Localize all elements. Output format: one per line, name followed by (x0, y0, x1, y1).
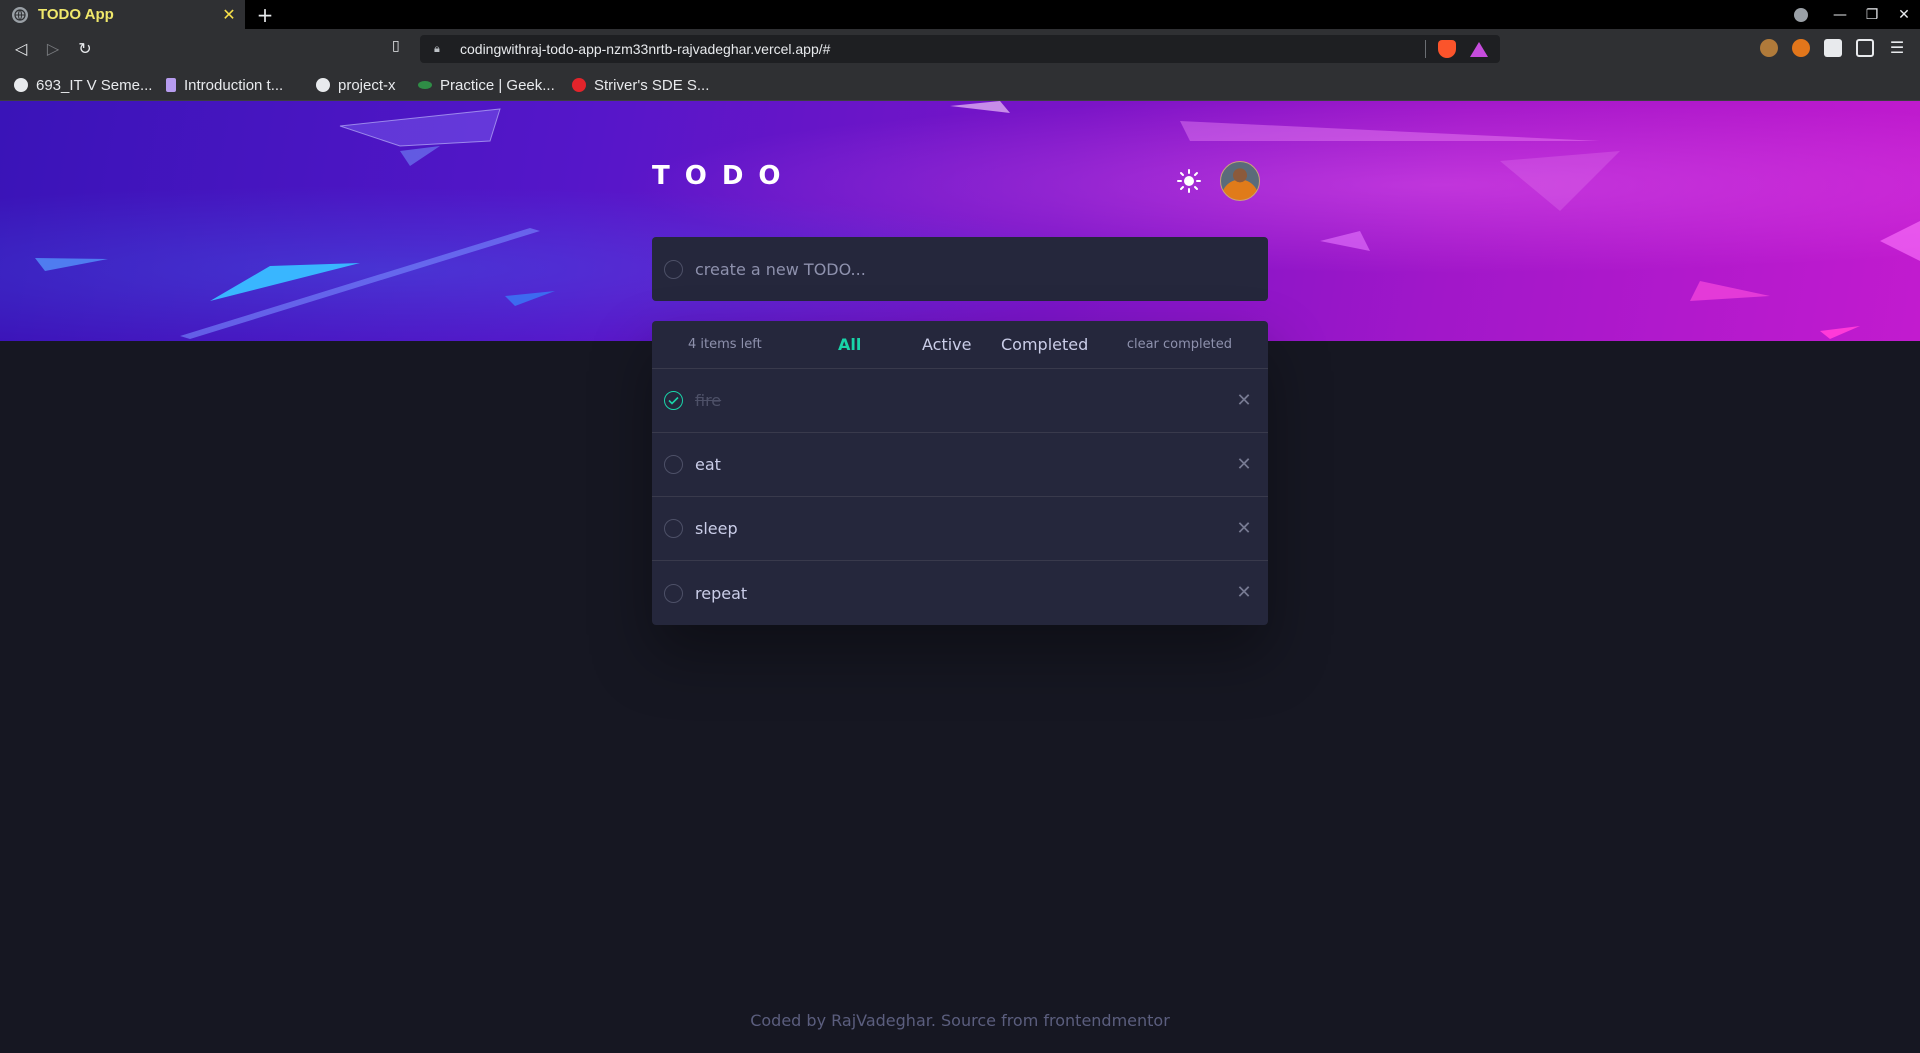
globe-icon (12, 6, 28, 23)
maximize-icon[interactable]: ❐ (1856, 7, 1888, 23)
bookmark-item[interactable]: Practice | Geek... (418, 69, 555, 101)
todo-text[interactable]: eat (695, 455, 1268, 474)
extension-icon[interactable] (1760, 39, 1778, 57)
new-todo-circle-icon[interactable] (664, 259, 683, 279)
bookmarks-bar: 693_IT V Seme... Introduction t... proje… (0, 69, 1920, 101)
background-shards (35, 101, 1920, 339)
filter-completed[interactable]: Completed (1001, 335, 1088, 354)
bookmark-item[interactable]: Striver's SDE S... (572, 69, 709, 101)
uncheck-circle-icon[interactable] (664, 519, 683, 538)
metamask-icon[interactable] (1792, 39, 1810, 57)
puzzle-icon[interactable] (1824, 39, 1842, 57)
url-separator (1425, 40, 1426, 58)
items-left-count: 4 items left (688, 337, 762, 352)
reload-icon[interactable]: ↻ (74, 38, 96, 60)
delete-icon[interactable]: ✕ (1234, 391, 1254, 411)
filter-bar: 4 items left All Active Completed clear … (652, 321, 1268, 369)
todo-item: eat ✕ (652, 433, 1268, 497)
extension-icons: ☰ (1760, 39, 1906, 57)
minimize-icon[interactable]: — (1824, 7, 1856, 23)
bookmark-item[interactable]: Introduction t... (166, 69, 283, 101)
geeksforgeeks-icon (418, 81, 432, 89)
todo-item: repeat ✕ (652, 561, 1268, 625)
brave-shield-icon[interactable] (1438, 40, 1456, 58)
todo-panel: 4 items left All Active Completed clear … (652, 321, 1268, 625)
tab-close-icon[interactable]: ✕ (217, 5, 241, 24)
sun-icon[interactable] (1176, 168, 1202, 194)
filter-active[interactable]: Active (922, 335, 972, 354)
globe-icon (14, 78, 28, 92)
bookmark-icon[interactable]: ▯ (392, 38, 400, 54)
filter-all[interactable]: All (838, 335, 861, 354)
window-close-icon[interactable]: ✕ (1888, 7, 1920, 23)
browser-tab[interactable]: TODO App ✕ (0, 0, 245, 29)
url-text[interactable]: codingwithraj-todo-app-nzm33nrtb-rajvade… (460, 41, 1425, 57)
todo-text[interactable]: fire (695, 391, 1268, 410)
lock-icon[interactable]: 🔒︎ (434, 42, 448, 56)
browser-titlebar: TODO App ✕ + — ❐ ✕ (0, 0, 1920, 29)
bookmark-item[interactable]: 693_IT V Seme... (14, 69, 152, 101)
new-tab-button[interactable]: + (254, 3, 276, 27)
back-icon[interactable]: ◁ (10, 38, 32, 60)
new-todo-bar (652, 237, 1268, 301)
todo-item: fire ✕ (652, 369, 1268, 433)
forward-icon[interactable]: ▷ (42, 38, 64, 60)
menu-icon[interactable]: ☰ (1888, 39, 1906, 57)
wallet-icon[interactable] (1856, 39, 1874, 57)
takeuforward-icon (572, 78, 586, 92)
clear-completed-button[interactable]: clear completed (1127, 337, 1232, 352)
footer-credit: Coded by RajVadeghar. Source from fronte… (750, 1011, 1170, 1030)
delete-icon[interactable]: ✕ (1234, 583, 1254, 603)
hero-background (0, 101, 1920, 341)
brave-rewards-icon[interactable] (1470, 41, 1488, 57)
uncheck-circle-icon[interactable] (664, 455, 683, 474)
ethereum-icon (166, 78, 176, 92)
address-bar[interactable]: 🔒︎ codingwithraj-todo-app-nzm33nrtb-rajv… (420, 35, 1500, 63)
profile-menu-icon[interactable] (1794, 7, 1808, 22)
todo-item: sleep ✕ (652, 497, 1268, 561)
new-todo-input[interactable] (695, 259, 1268, 279)
check-icon[interactable] (664, 391, 683, 410)
avatar[interactable] (1220, 161, 1260, 201)
tab-title: TODO App (38, 6, 114, 23)
app-logo: TODO (652, 161, 796, 191)
delete-icon[interactable]: ✕ (1234, 519, 1254, 539)
uncheck-circle-icon[interactable] (664, 583, 683, 603)
delete-icon[interactable]: ✕ (1234, 455, 1254, 475)
todo-text[interactable]: sleep (695, 519, 1268, 538)
bookmark-item[interactable]: project-x (316, 69, 396, 101)
github-icon (316, 78, 330, 92)
todo-text[interactable]: repeat (695, 584, 1268, 603)
